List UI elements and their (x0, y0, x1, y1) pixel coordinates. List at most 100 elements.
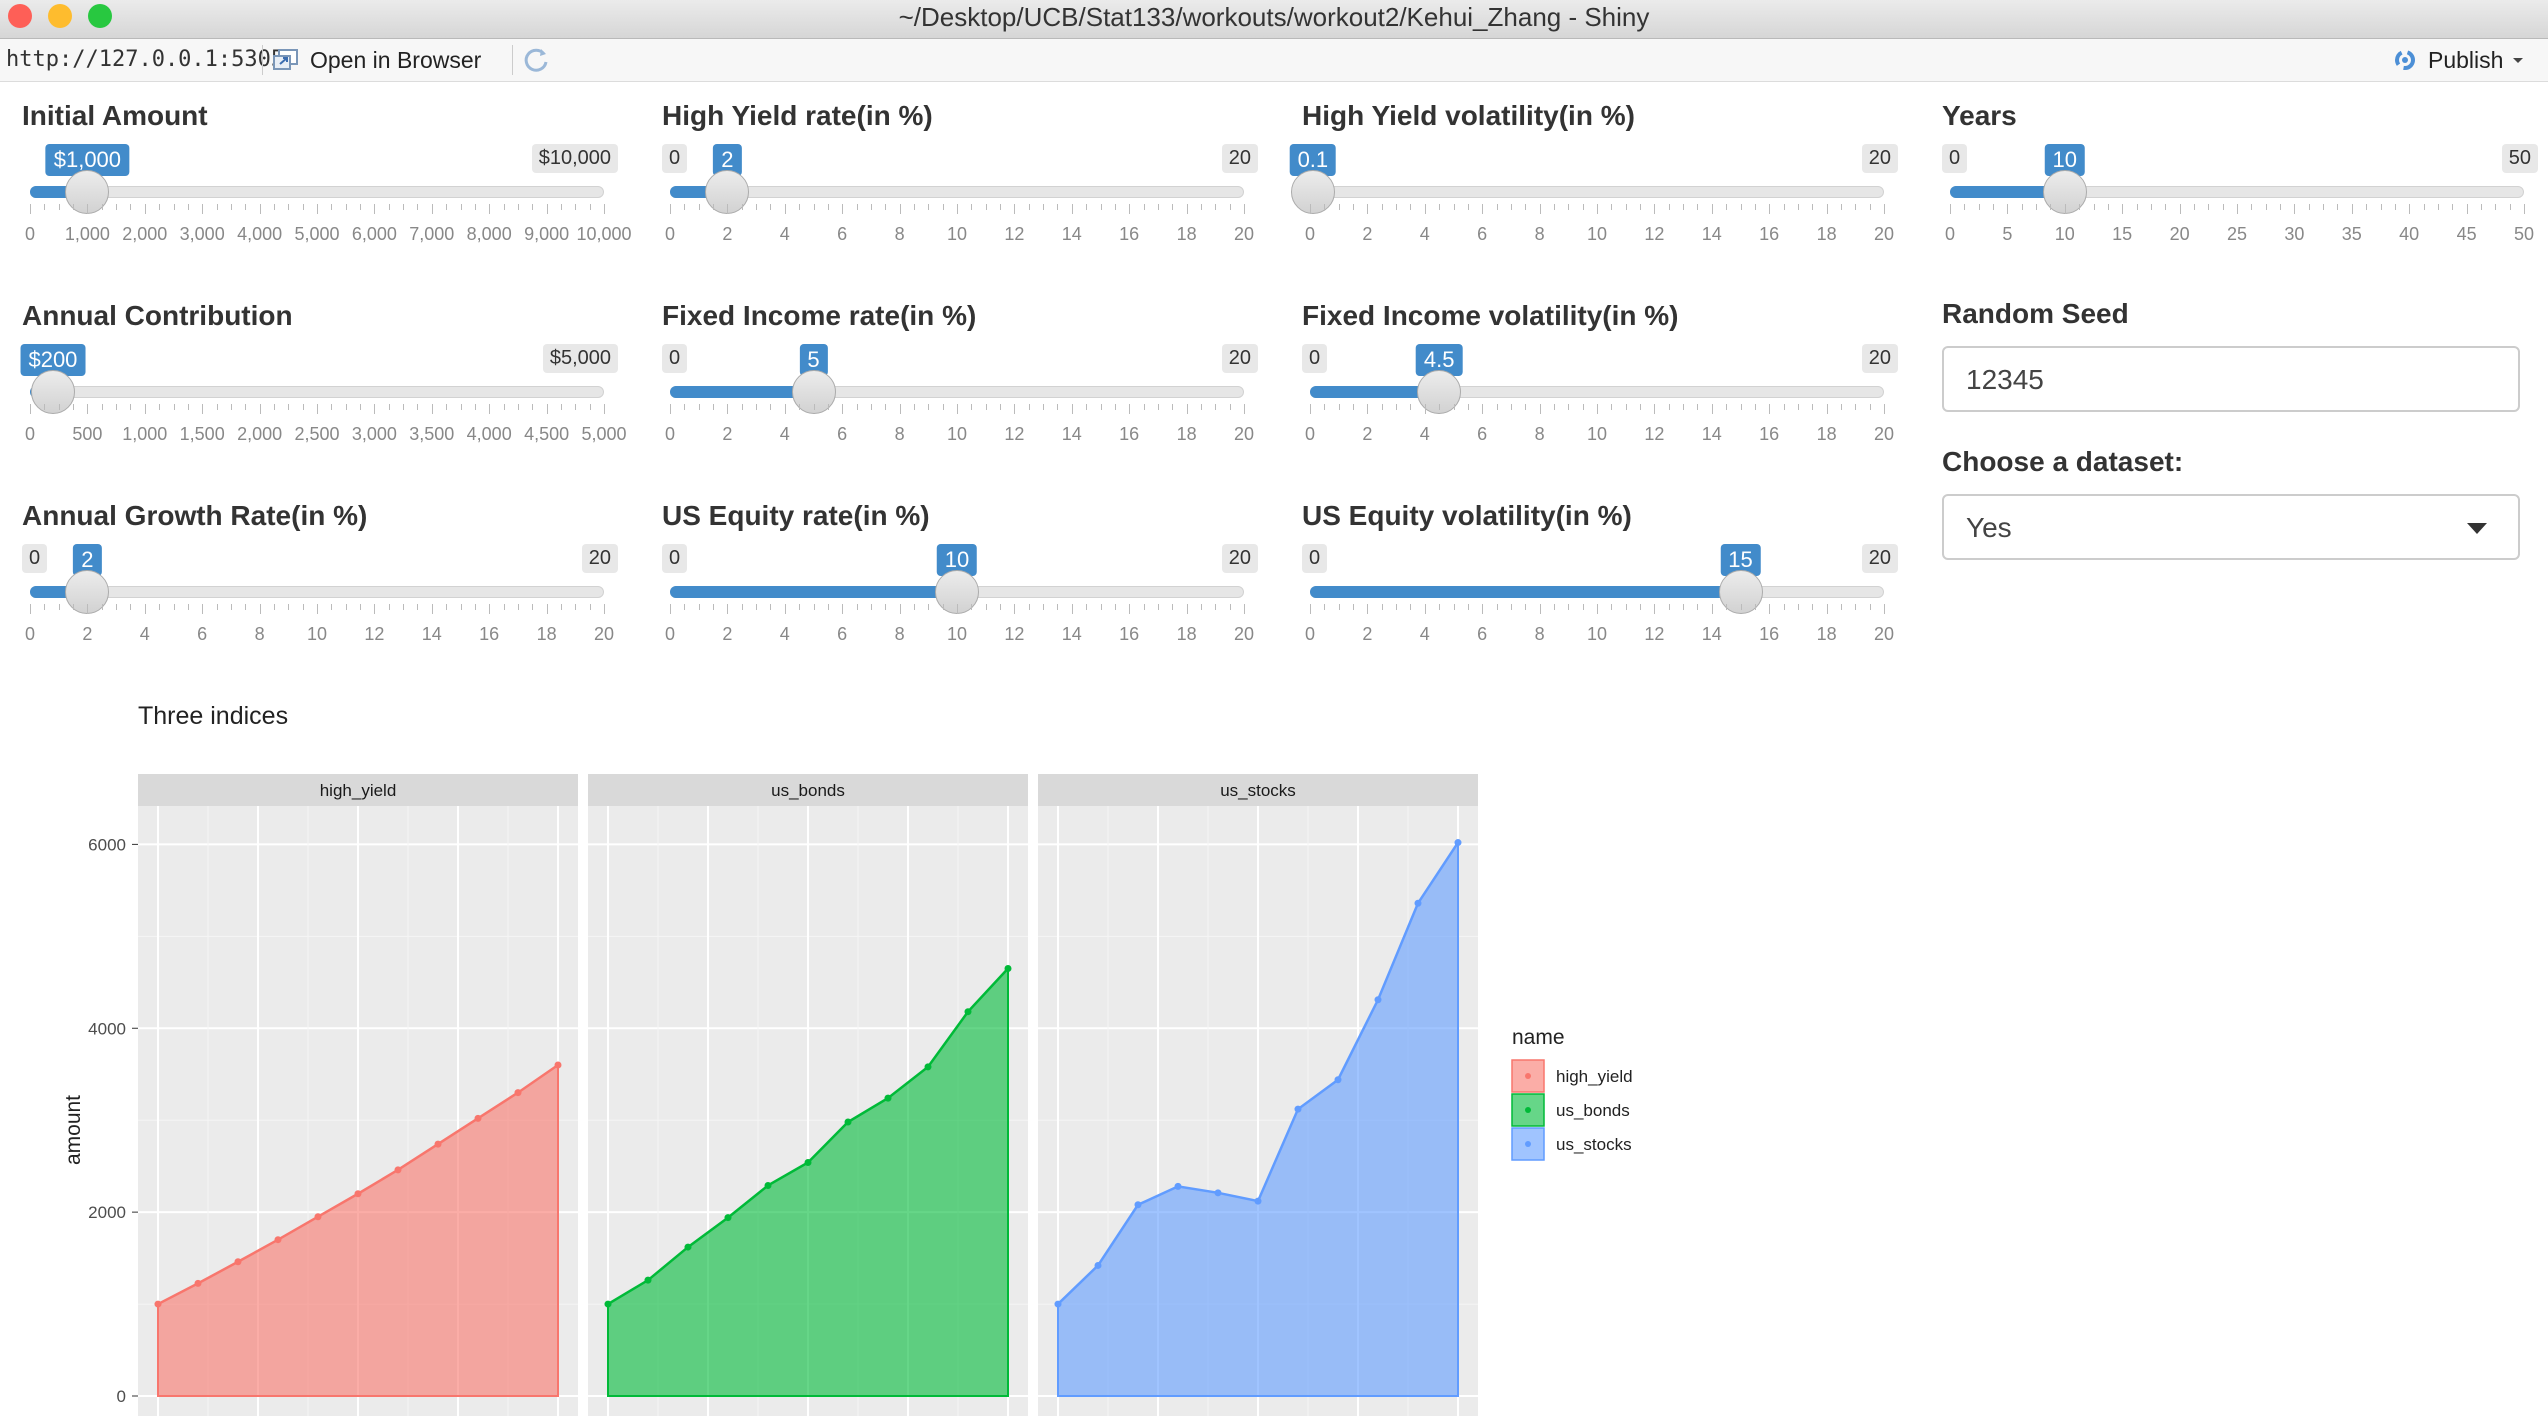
slider-tick (1726, 204, 1728, 210)
slider-tick (116, 204, 118, 210)
slider-tick (417, 604, 419, 610)
slider-tick (532, 604, 534, 610)
slider-tick-label: 20 (1233, 624, 1255, 644)
slider-max-label: $5,000 (542, 344, 618, 373)
slider-tick (1129, 604, 1131, 614)
slider-high-yield-rate-in: High Yield rate(in %) 0 20 2 0 2 4 6 8 10 12 14 16 18… (662, 100, 1262, 290)
slider-tick-label: 1,500 (179, 424, 225, 444)
slider-tick (101, 404, 103, 410)
slider-tick (2093, 204, 2095, 210)
slider-tick (503, 204, 505, 210)
random-seed-input[interactable]: 12345 (1942, 346, 2520, 412)
slider-tick (1229, 204, 1231, 210)
slider-tick (2265, 204, 2267, 210)
data-point (724, 1214, 732, 1222)
slider-tick (2136, 204, 2138, 210)
slider-tick (1453, 404, 1455, 410)
slider-tick-label: 4 (139, 624, 150, 644)
slider-tick-label: 2,000 (122, 224, 168, 244)
random-seed-group: Random Seed 12345 (1942, 298, 2520, 412)
dataset-select[interactable]: Yes (1942, 494, 2520, 560)
slider-tick (799, 404, 801, 410)
slider-min-label: 0 (1942, 144, 1968, 173)
slider-tick (575, 204, 577, 210)
open-in-browser-button[interactable]: Open in Browser (272, 45, 481, 75)
refresh-icon[interactable] (522, 46, 552, 74)
slider-tick (216, 204, 218, 210)
slider-tick (1143, 404, 1145, 410)
dropdown-caret-icon (2467, 523, 2487, 534)
open-browser-icon (273, 49, 298, 70)
slider-tick-label: 0 (664, 224, 676, 244)
slider-max-label: $10,000 (531, 144, 618, 173)
slider-track[interactable] (670, 186, 1244, 198)
slider-track[interactable] (30, 586, 604, 598)
slider-tick (1396, 204, 1398, 210)
slider-tick-label: 2,000 (237, 424, 283, 444)
slider-track[interactable] (1310, 186, 1884, 198)
slider-tick (942, 604, 944, 610)
slider-tick-label: 10 (946, 224, 968, 244)
slider-tick (403, 604, 405, 610)
slider-tick-label: 4,000 (466, 424, 512, 444)
slider-handle[interactable] (30, 370, 75, 414)
data-point (1414, 899, 1422, 907)
slider-tick (1324, 604, 1326, 610)
slider-tick (1884, 204, 1885, 214)
slider-tick (1510, 204, 1512, 210)
slider-tick (1439, 404, 1441, 410)
slider-tick (575, 404, 577, 410)
slider-tick (842, 404, 844, 414)
slider-tick (101, 204, 103, 210)
slider-track[interactable] (30, 186, 604, 198)
slider-tick (1769, 604, 1771, 614)
slider-tick-label: 12 (1644, 624, 1665, 644)
slider-tick (489, 604, 491, 614)
slider-tick (345, 204, 347, 210)
slider-tick (230, 604, 232, 610)
publish-button[interactable]: Publish (2390, 45, 2525, 75)
slider-tick (1884, 604, 1885, 614)
legend-key-point (1525, 1107, 1531, 1113)
slider-tick (899, 404, 901, 414)
slider-tick-label: 14 (1061, 624, 1082, 644)
slider-tick (1993, 204, 1995, 210)
slider-tick (1467, 604, 1469, 610)
slider-tick-label: 0 (664, 424, 676, 444)
slider-tick-label: 12 (1644, 224, 1665, 244)
slider-tick-label: 8 (894, 224, 905, 244)
slider-tick (1625, 604, 1627, 610)
slider-tick-label: 6 (837, 224, 848, 244)
slider-min-label: 0 (662, 344, 688, 373)
slider-tick (1014, 604, 1016, 614)
slider-tick-label: 2 (82, 624, 93, 644)
slider-tick (1884, 404, 1885, 414)
slider-tick (1043, 404, 1045, 410)
slider-tick (1611, 204, 1613, 210)
slider-tick (741, 204, 743, 210)
slider-label: Annual Contribution (22, 300, 293, 331)
data-point (1254, 1197, 1262, 1205)
data-point (554, 1061, 562, 1069)
y-tick-label: 0 (117, 1387, 126, 1406)
url-display[interactable]: http://127.0.0.1:5305 (6, 47, 284, 72)
slider-tick-label: 1,000 (64, 224, 110, 244)
slider-tick (1014, 204, 1016, 214)
slider-tick (288, 604, 290, 610)
slider-track[interactable] (30, 386, 604, 398)
slider-tick (360, 404, 362, 410)
slider-handle[interactable] (1290, 170, 1335, 214)
slider-max-label: 20 (1861, 144, 1898, 173)
slider-tick (589, 404, 591, 410)
slider-tick (1143, 204, 1145, 210)
slider-tick (87, 404, 89, 414)
slider-tick (317, 604, 318, 614)
slider-tick (1129, 204, 1131, 214)
slider-tick (503, 404, 505, 410)
slider-tick (957, 204, 958, 214)
slider-tick (1539, 204, 1541, 214)
data-point (1214, 1189, 1222, 1197)
slider-tick-label: 30 (2284, 224, 2305, 244)
slider-tick-label: 8 (1534, 224, 1545, 244)
slider-tick-label: 2 (722, 624, 733, 644)
